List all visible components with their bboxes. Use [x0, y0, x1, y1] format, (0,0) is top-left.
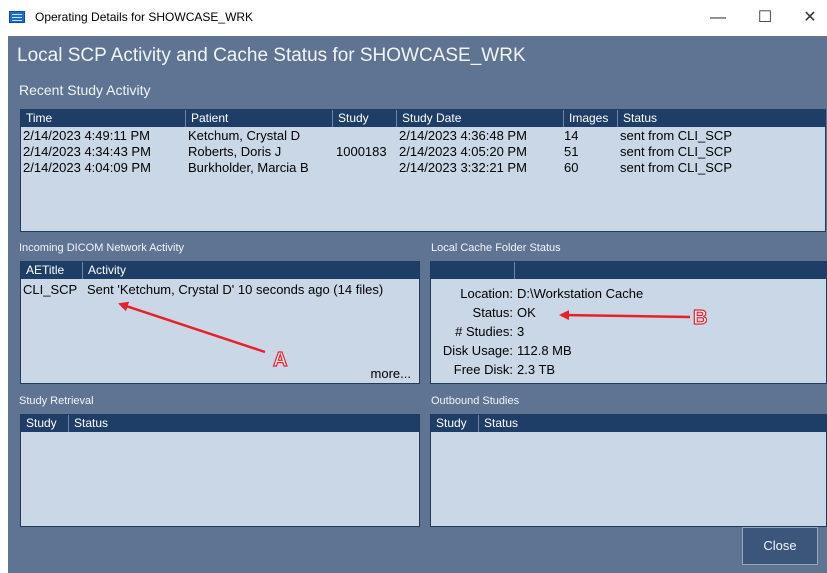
annotation-b: B: [693, 307, 707, 329]
annotation-overlay: A B: [118, 301, 708, 372]
arrow-b: [559, 310, 691, 321]
annotation-a: A: [273, 349, 287, 371]
arrow-a: [118, 301, 266, 354]
